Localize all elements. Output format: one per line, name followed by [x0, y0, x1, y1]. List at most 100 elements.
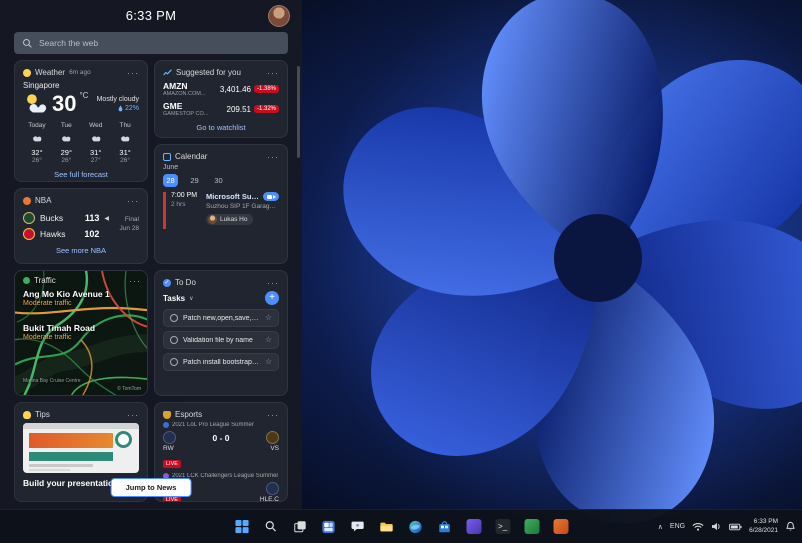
star-icon[interactable]: ☆: [265, 336, 272, 344]
stock-price: 3,401.46: [219, 84, 251, 94]
task-item[interactable]: Patch install bootstrapp... ☆: [163, 353, 279, 371]
traffic-title: Traffic: [34, 276, 56, 285]
more-options-icon[interactable]: ···: [267, 278, 279, 287]
start-button[interactable]: [231, 516, 253, 538]
stock-row[interactable]: GME GAMESTOP CO... 209.51 -1.32%: [163, 101, 279, 117]
pinned-app-icon[interactable]: [521, 516, 543, 538]
cloud-icon: [121, 136, 130, 142]
search-input[interactable]: [39, 38, 280, 48]
forecast-day[interactable]: Today 32° 26°: [23, 122, 51, 164]
task-view-button[interactable]: [289, 516, 311, 538]
more-options-icon[interactable]: ···: [267, 152, 279, 161]
league-logo-icon: [163, 422, 169, 428]
chevron-down-icon: ∨: [189, 295, 194, 302]
panel-scrollbar[interactable]: [297, 66, 300, 158]
search-icon: [23, 38, 32, 48]
stocks-widget[interactable]: Suggested for you ··· AMZN AMAZON.COM...…: [154, 60, 288, 138]
star-icon[interactable]: ☆: [265, 314, 272, 322]
live-badge: LIVE: [163, 460, 181, 468]
road-status: Moderate traffic: [23, 334, 72, 341]
more-options-icon[interactable]: ···: [129, 276, 141, 285]
esports-match[interactable]: 2021 LoL Pro League Summer 0 - 0 RW VS L…: [163, 422, 279, 470]
file-explorer-button[interactable]: [376, 516, 398, 538]
tray-caret-icon[interactable]: ∧: [658, 523, 663, 531]
calendar-widget[interactable]: Calendar ··· June 28 29 30 7:00 PM 2 hrs: [154, 144, 288, 264]
task-item[interactable]: Validation file by name ☆: [163, 331, 279, 349]
event-attendee-chip: Lukas Ho: [206, 214, 254, 225]
team-name: Hawks: [40, 229, 66, 239]
calendar-date[interactable]: 30: [211, 174, 226, 187]
game-status: Final: [124, 216, 139, 223]
taskbar-search-button[interactable]: [260, 516, 282, 538]
pinned-app-icon[interactable]: [463, 516, 485, 538]
nba-score-row: Hawks 102 ◀: [23, 228, 109, 240]
star-icon[interactable]: ☆: [265, 358, 272, 366]
bucks-logo-icon: [23, 212, 35, 224]
widgets-column-right: Suggested for you ··· AMZN AMAZON.COM...…: [154, 60, 288, 502]
edge-browser-button[interactable]: [405, 516, 427, 538]
nba-score-row: Bucks 113 ◀: [23, 212, 109, 224]
language-indicator[interactable]: ENG: [670, 523, 685, 530]
more-options-icon[interactable]: ···: [127, 68, 139, 77]
video-call-icon[interactable]: [263, 192, 279, 201]
map-credit: © TomTom: [117, 386, 141, 392]
calendar-date[interactable]: 28: [163, 174, 178, 187]
league-name: 2021 LoL Pro League Summer: [172, 422, 254, 428]
weather-widget[interactable]: Weather 6m ago ··· Singapore 30 °C Mostl…: [14, 60, 148, 182]
team-abbr: HLE.C: [259, 496, 279, 502]
add-task-button[interactable]: +: [265, 291, 279, 305]
stock-symbol: AMZN: [163, 81, 188, 91]
more-options-icon[interactable]: ···: [127, 410, 139, 419]
more-options-icon[interactable]: ···: [267, 68, 279, 77]
desktop: 6:33 PM Weather 6m ago ···: [0, 0, 802, 543]
event-title: Microsoft Suzhou Toa...: [206, 192, 260, 201]
go-to-watchlist-link[interactable]: Go to watchlist: [163, 123, 279, 132]
store-button[interactable]: [434, 516, 456, 538]
widgets-button[interactable]: [318, 516, 340, 538]
web-search-bar[interactable]: [14, 32, 288, 54]
stock-change-badge: -1.32%: [253, 105, 279, 113]
esports-title: Esports: [175, 410, 203, 419]
task-item[interactable]: Patch new,open,save,edi... ☆: [163, 309, 279, 327]
nba-widget[interactable]: NBA ··· Bucks 113 ◀ Hawks 102 Final Jun …: [14, 188, 148, 264]
team-score: 113: [84, 213, 100, 223]
traffic-icon: [23, 277, 30, 284]
jump-to-news-button[interactable]: Jump to News: [110, 478, 192, 497]
wifi-icon[interactable]: [692, 522, 704, 531]
game-date: Jun 28: [119, 225, 139, 232]
task-checkbox[interactable]: [170, 358, 178, 366]
cloud-icon: [33, 136, 42, 142]
task-checkbox[interactable]: [170, 314, 178, 322]
task-checkbox[interactable]: [170, 336, 178, 344]
todo-widget[interactable]: ✓ To Do ··· Tasks ∨ + Patch new,open,sav…: [154, 270, 288, 396]
stock-row[interactable]: AMZN AMAZON.COM... 3,401.46 -1.38%: [163, 81, 279, 97]
calendar-date[interactable]: 29: [187, 174, 202, 187]
stock-price: 209.51: [226, 104, 251, 114]
tips-thumbnail[interactable]: [23, 423, 139, 473]
terminal-app-icon[interactable]: >_: [492, 516, 514, 538]
see-full-forecast-link[interactable]: See full forecast: [23, 170, 139, 179]
more-options-icon[interactable]: ···: [127, 196, 139, 205]
calendar-event[interactable]: 7:00 PM 2 hrs Microsoft Suzhou Toa... Su…: [163, 192, 279, 229]
search-icon: [265, 521, 276, 532]
traffic-widget[interactable]: Traffic ··· Ang Mo Kio Avenue 1 Moderate…: [14, 270, 148, 396]
forecast-day[interactable]: Tue 29° 26°: [52, 122, 80, 164]
nba-title: NBA: [35, 196, 52, 205]
chat-button[interactable]: [347, 516, 369, 538]
see-more-nba-link[interactable]: See more NBA: [23, 246, 139, 255]
team-logo-icon: [266, 431, 279, 444]
pinned-app-icon[interactable]: [550, 516, 572, 538]
forecast-day[interactable]: Wed 31° 27°: [82, 122, 110, 164]
more-options-icon[interactable]: ···: [267, 410, 279, 419]
weather-location: Singapore: [23, 81, 60, 90]
user-avatar[interactable]: [268, 5, 290, 27]
forecast-day[interactable]: Thu 31° 26°: [111, 122, 139, 164]
battery-icon[interactable]: [729, 523, 742, 531]
taskbar-clock[interactable]: 6:33 PM 6/28/2021: [749, 518, 778, 536]
volume-icon[interactable]: [711, 522, 722, 531]
notification-bell-icon[interactable]: [785, 521, 796, 532]
task-list-selector[interactable]: Tasks: [163, 294, 185, 303]
stocks-title: Suggested for you: [176, 68, 241, 77]
lightbulb-icon: [23, 410, 31, 419]
current-temp: 30: [52, 91, 77, 116]
